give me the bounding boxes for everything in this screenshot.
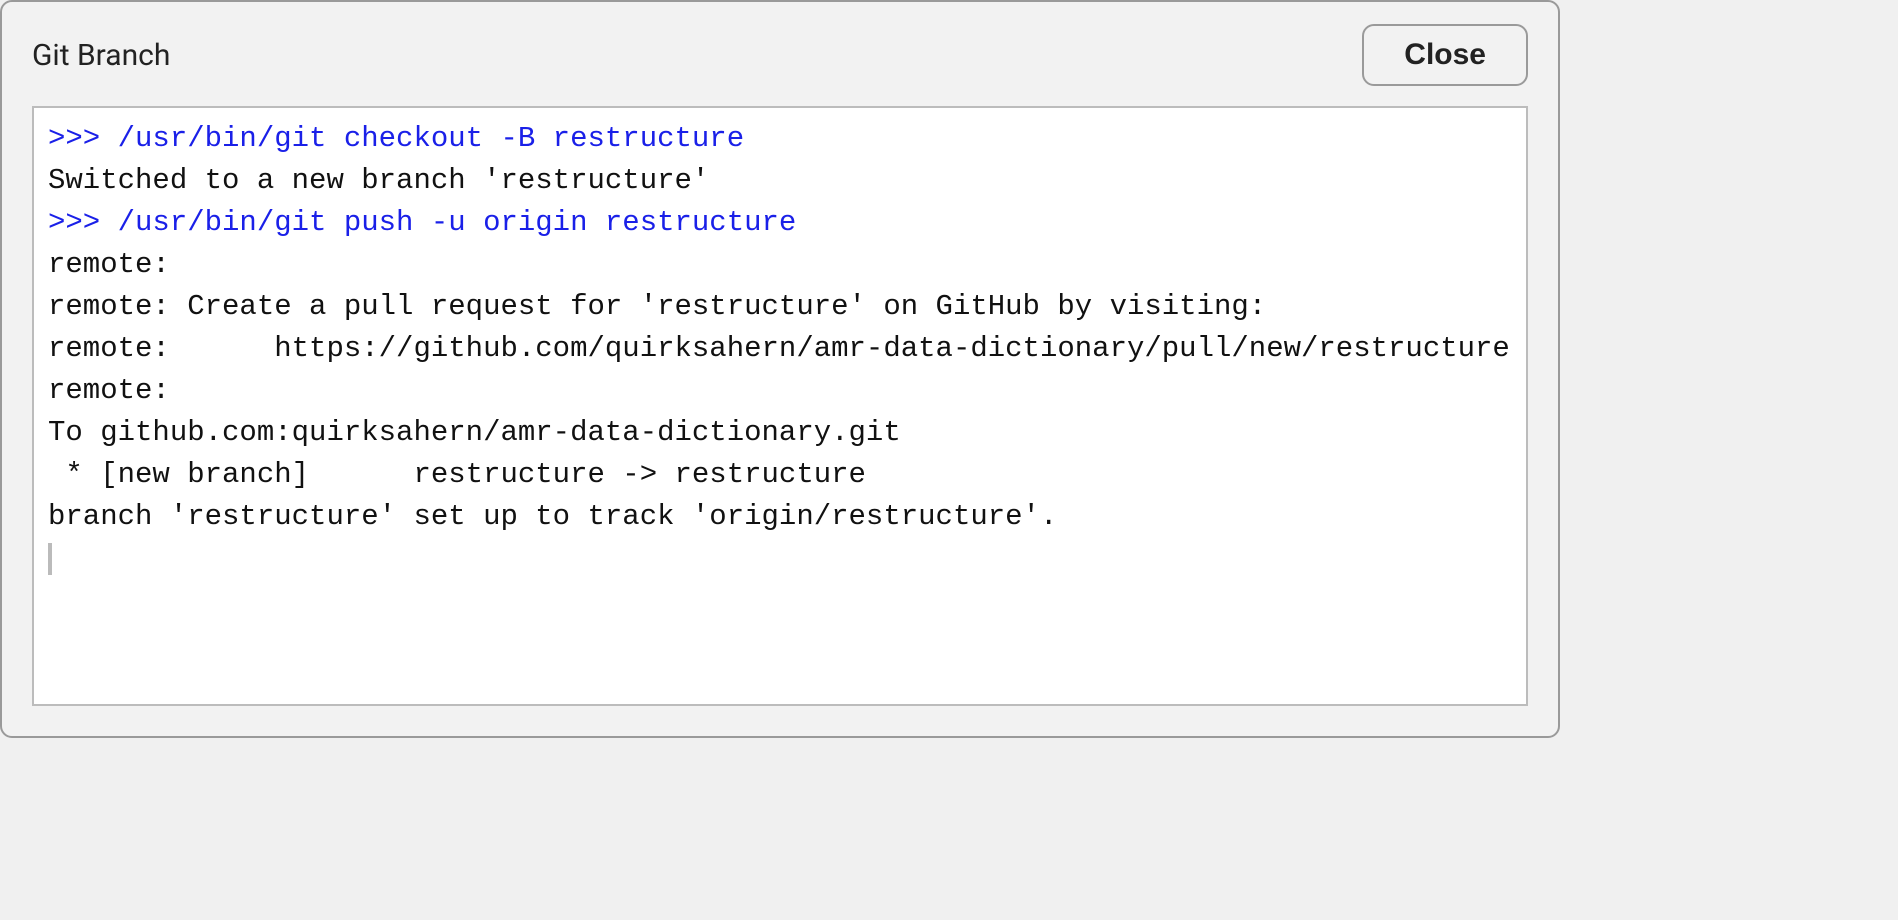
- terminal-output[interactable]: >>> /usr/bin/git checkout -B restructure…: [32, 106, 1528, 706]
- close-button[interactable]: Close: [1362, 24, 1528, 86]
- dialog-title: Git Branch: [32, 38, 170, 73]
- terminal-cursor-line: [48, 538, 1512, 580]
- terminal-output-line: * [new branch] restructure -> restructur…: [48, 454, 1512, 496]
- terminal-output-line: remote: Create a pull request for 'restr…: [48, 286, 1512, 328]
- terminal-output-line: remote:: [48, 244, 1512, 286]
- terminal-output-line: remote:: [48, 370, 1512, 412]
- terminal-cursor: [48, 543, 52, 575]
- terminal-output-line: remote: https://github.com/quirksahern/a…: [48, 328, 1512, 370]
- dialog-header: Git Branch Close: [2, 2, 1558, 100]
- terminal-command-line: >>> /usr/bin/git push -u origin restruct…: [48, 202, 1512, 244]
- terminal-command-line: >>> /usr/bin/git checkout -B restructure: [48, 118, 1512, 160]
- terminal-output-line: To github.com:quirksahern/amr-data-dicti…: [48, 412, 1512, 454]
- git-branch-dialog: Git Branch Close >>> /usr/bin/git checko…: [0, 0, 1560, 738]
- terminal-output-line: branch 'restructure' set up to track 'or…: [48, 496, 1512, 538]
- terminal-output-line: Switched to a new branch 'restructure': [48, 160, 1512, 202]
